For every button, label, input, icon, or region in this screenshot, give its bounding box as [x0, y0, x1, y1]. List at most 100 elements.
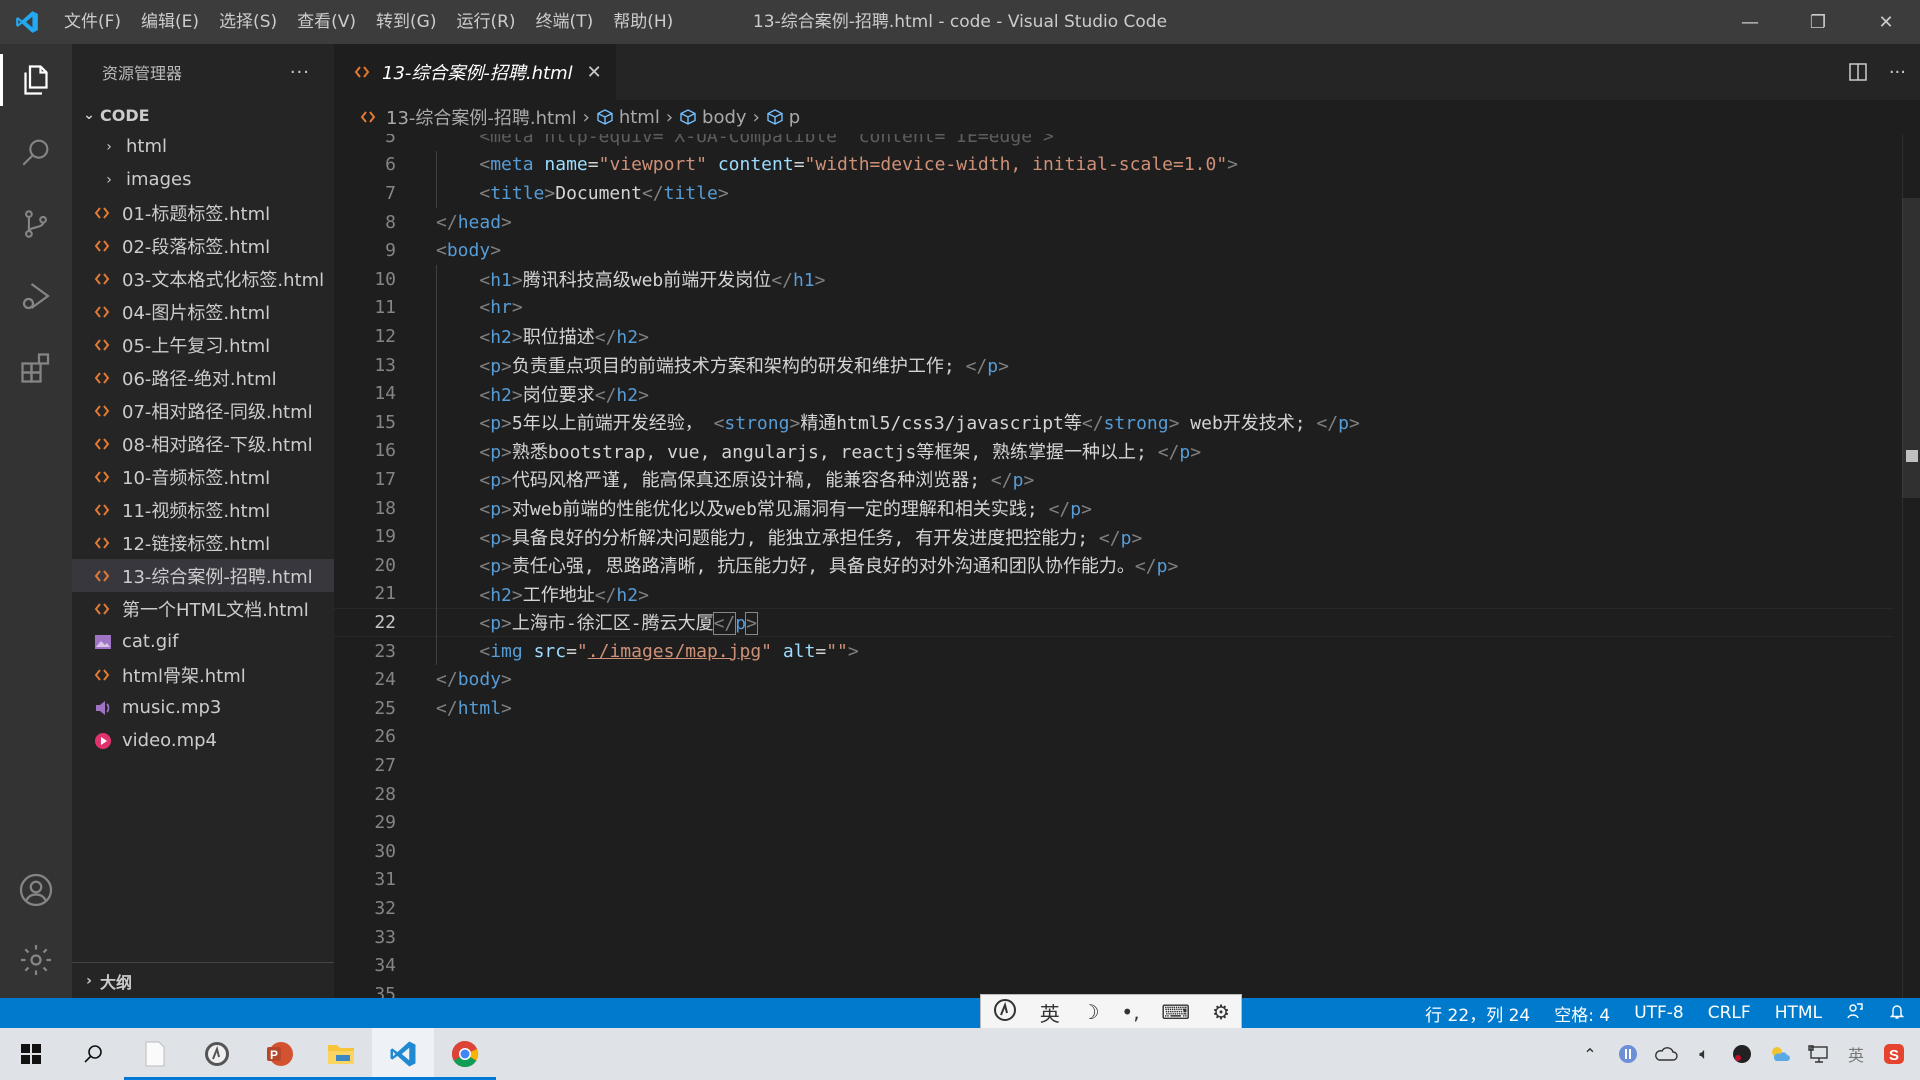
menu-item[interactable]: 运行(R): [446, 0, 525, 44]
token-text: 岗位要求: [522, 384, 595, 406]
close-window-button[interactable]: ✕: [1852, 0, 1920, 44]
html-file-icon: [94, 667, 122, 683]
tree-file[interactable]: 10-音频标签.html: [72, 460, 334, 493]
token-bracket: <: [479, 327, 491, 349]
token-tag: p: [1120, 527, 1132, 549]
menu-item[interactable]: 查看(V): [287, 0, 366, 44]
moon-icon[interactable]: ☽: [1082, 1000, 1100, 1024]
source-control-button[interactable]: [0, 194, 72, 254]
tree-file[interactable]: music.mp3: [72, 691, 334, 724]
vertical-scrollbar[interactable]: [1902, 134, 1920, 998]
token-ws: [436, 585, 479, 606]
token-bracket: >: [501, 669, 512, 691]
tree-folder[interactable]: › html: [72, 130, 334, 163]
taskbar-chrome[interactable]: [434, 1028, 496, 1080]
volume-icon[interactable]: 🔈︎: [1692, 1042, 1716, 1066]
tree-file[interactable]: cat.gif: [72, 625, 334, 658]
taskbar-file-explorer[interactable]: [310, 1028, 372, 1080]
restore-button[interactable]: ❐: [1784, 0, 1852, 44]
close-tab-icon[interactable]: ✕: [587, 62, 602, 83]
indentation[interactable]: 空格: 4: [1554, 1001, 1610, 1026]
feedback-icon[interactable]: [1846, 1002, 1864, 1025]
notifications-bell-icon[interactable]: [1888, 1002, 1906, 1025]
tab-active-file[interactable]: 13-综合案例-招聘.html ✕: [334, 44, 616, 100]
code-line: 9 <body>: [334, 236, 1894, 265]
tree-file[interactable]: video.mp4: [72, 724, 334, 757]
token-text: =: [793, 154, 805, 176]
input-language-indicator[interactable]: 英: [1844, 1042, 1868, 1066]
manage-button[interactable]: [0, 930, 72, 990]
ime-mode-toggle[interactable]: 英: [1040, 998, 1060, 1027]
outline-section[interactable]: › 大纲: [72, 962, 334, 998]
ime-settings-icon[interactable]: ⚙: [1212, 1000, 1230, 1024]
punctuation-icon[interactable]: •,: [1121, 1000, 1139, 1024]
token-tag: p: [490, 613, 502, 635]
line-number: 14: [374, 383, 396, 405]
encoding[interactable]: UTF-8: [1634, 1003, 1684, 1023]
more-actions-icon[interactable]: ···: [1889, 62, 1906, 83]
breadcrumb-element[interactable]: html: [596, 107, 660, 128]
workspace-section[interactable]: ⌄ CODE: [72, 100, 334, 130]
token-tag: hr: [490, 297, 512, 319]
network-icon[interactable]: [1806, 1042, 1830, 1066]
menu-item[interactable]: 选择(S): [209, 0, 287, 44]
token-bracket: >: [511, 327, 523, 349]
minimize-button[interactable]: —: [1716, 0, 1784, 44]
accounts-button[interactable]: [0, 860, 72, 920]
line-number: 20: [374, 554, 396, 576]
onedrive-icon[interactable]: [1654, 1042, 1678, 1066]
menu-item[interactable]: 编辑(E): [131, 0, 209, 44]
tree-file[interactable]: 13-综合案例-招聘.html: [72, 559, 334, 592]
chevron-up-icon[interactable]: ⌃: [1578, 1042, 1602, 1066]
taskbar-vscode[interactable]: [372, 1028, 434, 1080]
tree-file[interactable]: 06-路径-绝对.html: [72, 361, 334, 394]
breadcrumb-element[interactable]: p: [766, 107, 800, 128]
sogou-ime-icon[interactable]: S: [1882, 1042, 1906, 1066]
tree-folder[interactable]: › images: [72, 163, 334, 196]
start-button[interactable]: [0, 1028, 62, 1080]
taskbar-powerpoint[interactable]: P: [248, 1028, 310, 1080]
extensions-button[interactable]: [0, 338, 72, 398]
language-mode[interactable]: HTML: [1775, 1003, 1822, 1023]
chevron-right-icon: ›: [86, 972, 92, 989]
search-button[interactable]: [0, 122, 72, 182]
code-content: <p>5年以上前端开发经验， <strong>精通html5/css3/java…: [436, 409, 1359, 435]
tree-file[interactable]: 第一个HTML文档.html: [72, 592, 334, 625]
menu-item[interactable]: 转到(G): [366, 0, 446, 44]
token-link[interactable]: ./images/map.jpg: [588, 641, 761, 662]
breadcrumb-file[interactable]: 13-综合案例-招聘.html: [360, 104, 577, 130]
code-line: 7 <title>Document</title>: [334, 179, 1894, 208]
ime-logo-icon[interactable]: [992, 997, 1018, 1028]
tree-file[interactable]: 03-文本格式化标签.html: [72, 262, 334, 295]
run-debug-button[interactable]: [0, 266, 72, 326]
menu-item[interactable]: 终端(T): [526, 0, 604, 44]
tree-file[interactable]: 04-图片标签.html: [72, 295, 334, 328]
obs-icon[interactable]: [1730, 1042, 1754, 1066]
tree-file[interactable]: 11-视频标签.html: [72, 493, 334, 526]
token-bracket: >: [544, 182, 556, 204]
code-area[interactable]: 5 <meta http-equiv="X-UA-Compatible" con…: [334, 134, 1920, 998]
tree-file[interactable]: html骨架.html: [72, 658, 334, 691]
line-endings[interactable]: CRLF: [1708, 1003, 1751, 1023]
token-tag: h1: [490, 270, 512, 292]
taskbar-search-button[interactable]: [62, 1028, 124, 1080]
explorer-button[interactable]: [0, 50, 72, 110]
tree-file[interactable]: 02-段落标签.html: [72, 229, 334, 262]
weather-icon[interactable]: [1768, 1042, 1792, 1066]
menu-item[interactable]: 帮助(H): [603, 0, 683, 44]
tree-file[interactable]: 01-标题标签.html: [72, 196, 334, 229]
taskbar-app-circle[interactable]: [186, 1028, 248, 1080]
cursor-position[interactable]: 行 22，列 24: [1425, 1001, 1530, 1026]
blue-app-icon[interactable]: [1616, 1042, 1640, 1066]
tree-file[interactable]: 07-相对路径-同级.html: [72, 394, 334, 427]
ime-toolbar: 英 ☽ •, ⌨ ⚙: [980, 994, 1242, 1030]
tree-file[interactable]: 05-上午复习.html: [72, 328, 334, 361]
keyboard-icon[interactable]: ⌨: [1161, 1000, 1190, 1024]
split-editor-icon[interactable]: [1847, 61, 1869, 83]
tree-file[interactable]: 08-相对路径-下级.html: [72, 427, 334, 460]
taskbar-notepad[interactable]: [124, 1028, 186, 1080]
breadcrumb-element[interactable]: body: [679, 107, 747, 128]
tree-file[interactable]: 12-链接标签.html: [72, 526, 334, 559]
more-actions-icon[interactable]: ···: [290, 62, 310, 83]
menu-item[interactable]: 文件(F): [54, 0, 131, 44]
